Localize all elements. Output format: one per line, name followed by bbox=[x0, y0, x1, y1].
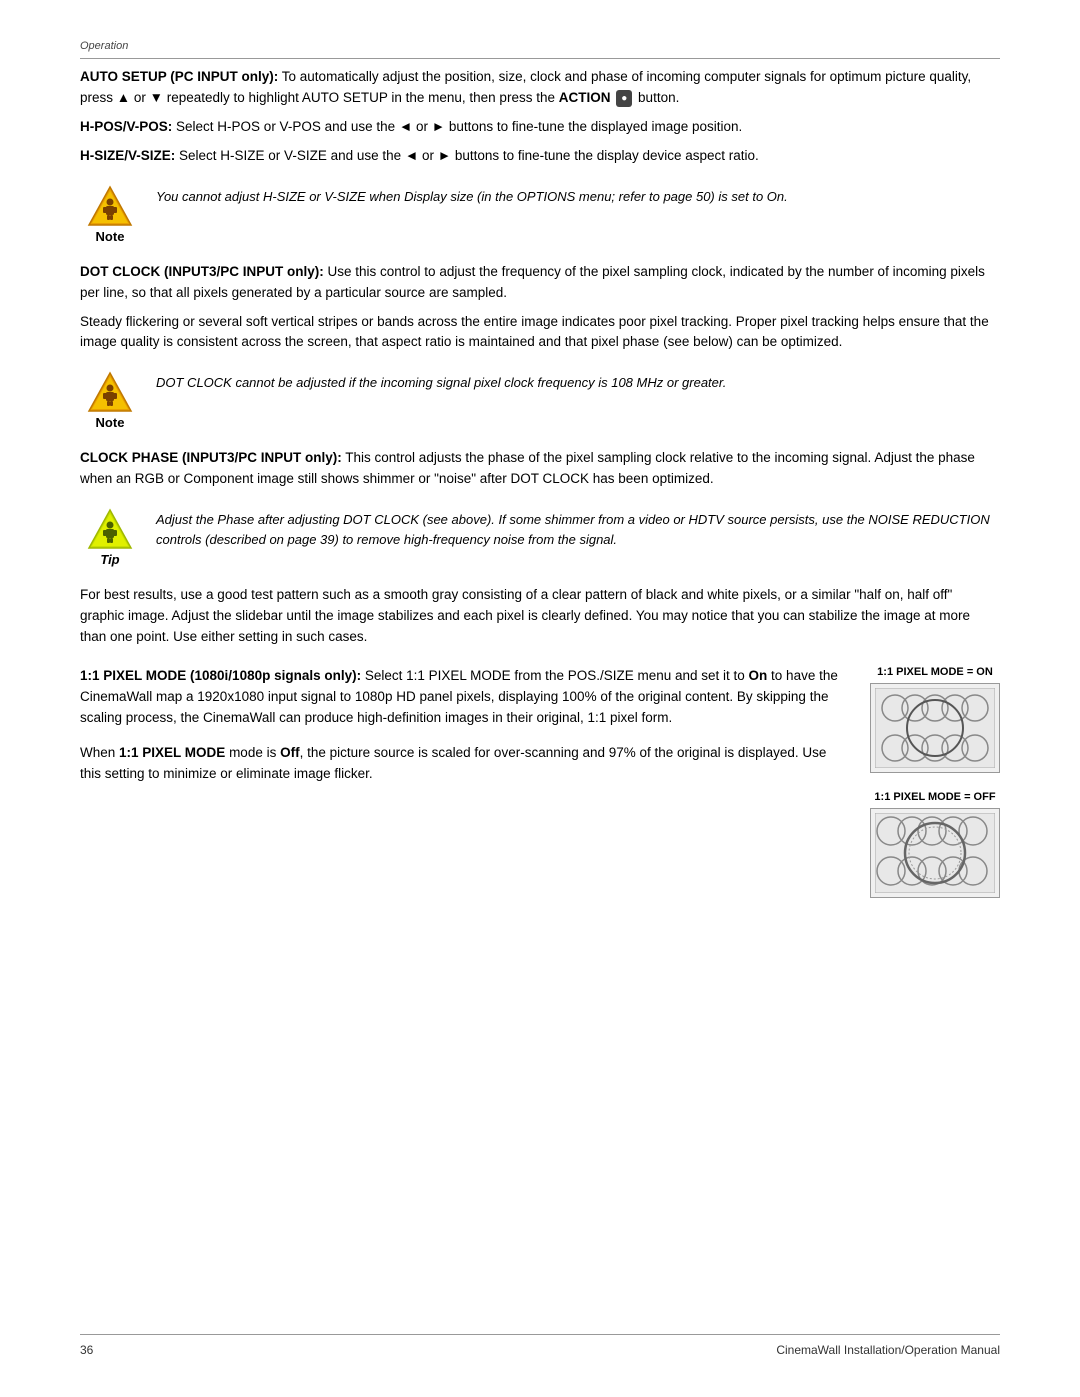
note1-text: You cannot adjust H-SIZE or V-SIZE when … bbox=[156, 185, 788, 207]
pixel-mode-off-text: mode is bbox=[225, 745, 280, 760]
clock-phase-section: CLOCK PHASE (INPUT3/PC INPUT only): This… bbox=[80, 448, 1000, 490]
clock-phase-label: CLOCK PHASE (INPUT3/PC INPUT only): bbox=[80, 450, 342, 465]
pixel-mode-on-label: 1:1 PIXEL MODE (1080i/1080p signals only… bbox=[80, 668, 361, 683]
pixel-mode-off-diagram bbox=[870, 808, 1000, 898]
clock-phase-paragraph: CLOCK PHASE (INPUT3/PC INPUT only): This… bbox=[80, 448, 1000, 490]
dot-clock-section: DOT CLOCK (INPUT3/PC INPUT only): Use th… bbox=[80, 262, 1000, 354]
pixel-mode-on-text1: Select 1:1 PIXEL MODE from the POS./SIZE… bbox=[365, 668, 749, 683]
pixel-mode-on-image-label: 1:1 PIXEL MODE = ON bbox=[877, 666, 993, 678]
tip1-box: Tip Adjust the Phase after adjusting DOT… bbox=[80, 508, 1000, 567]
pixel-mode-on-bold: On bbox=[749, 668, 768, 683]
pixel-mode-off-paragraph: When 1:1 PIXEL MODE mode is Off, the pic… bbox=[80, 743, 840, 785]
note1-icon-wrap: Note bbox=[80, 185, 140, 244]
pixel-mode-off-svg bbox=[875, 813, 995, 893]
pixel-mode-on-svg bbox=[875, 688, 995, 768]
pixel-mode-on-block: 1:1 PIXEL MODE = ON bbox=[870, 666, 1000, 773]
auto-setup-text2: button. bbox=[638, 90, 679, 105]
note2-box: Note DOT CLOCK cannot be adjusted if the… bbox=[80, 371, 1000, 430]
hsize-vsize-label: H-SIZE/V-SIZE: bbox=[80, 148, 175, 163]
auto-setup-label: AUTO SETUP (PC INPUT only): bbox=[80, 69, 278, 84]
dot-clock-label: DOT CLOCK (INPUT3/PC INPUT only): bbox=[80, 264, 324, 279]
dot-clock-paragraph2: Steady flickering or several soft vertic… bbox=[80, 312, 1000, 354]
note1-box: Note You cannot adjust H-SIZE or V-SIZE … bbox=[80, 185, 1000, 244]
hsize-vsize-text: Select H-SIZE or V-SIZE and use the ◄ or… bbox=[179, 148, 759, 163]
tip1-icon-wrap: Tip bbox=[80, 508, 140, 567]
tip1-triangle-icon bbox=[87, 508, 133, 550]
hpos-vpos-paragraph: H-POS/V-POS: Select H-POS or V-POS and u… bbox=[80, 117, 1000, 138]
pixel-mode-off-block: 1:1 PIXEL MODE = OFF bbox=[870, 791, 1000, 898]
pixel-mode-off-bold: Off bbox=[280, 745, 300, 760]
hpos-vpos-label: H-POS/V-POS: bbox=[80, 119, 172, 134]
page: Operation AUTO SETUP (PC INPUT only): To… bbox=[0, 0, 1080, 1397]
note1-triangle-icon bbox=[87, 185, 133, 227]
note2-label: Note bbox=[96, 415, 125, 430]
pixel-mode-text: 1:1 PIXEL MODE (1080i/1080p signals only… bbox=[80, 666, 840, 785]
footer-bar: 36 CinemaWall Installation/Operation Man… bbox=[80, 1334, 1000, 1357]
pixel-mode-off-image-label: 1:1 PIXEL MODE = OFF bbox=[874, 791, 995, 803]
auto-setup-section: AUTO SETUP (PC INPUT only): To automatic… bbox=[80, 67, 1000, 167]
hpos-vpos-text: Select H-POS or V-POS and use the ◄ or ►… bbox=[176, 119, 742, 134]
header-label: Operation bbox=[80, 40, 1000, 52]
note2-triangle-icon bbox=[87, 371, 133, 413]
best-results-section: For best results, use a good test patter… bbox=[80, 585, 1000, 648]
tip1-text: Adjust the Phase after adjusting DOT CLO… bbox=[156, 508, 1000, 549]
header-divider bbox=[80, 58, 1000, 59]
tip1-label: Tip bbox=[100, 552, 119, 567]
note2-text: DOT CLOCK cannot be adjusted if the inco… bbox=[156, 371, 726, 393]
pixel-mode-on-paragraph: 1:1 PIXEL MODE (1080i/1080p signals only… bbox=[80, 666, 840, 729]
pixel-mode-images: 1:1 PIXEL MODE = ON bbox=[870, 666, 1000, 898]
action-label: ACTION bbox=[559, 90, 611, 105]
footer-page-number: 36 bbox=[80, 1343, 93, 1357]
pixel-mode-section: 1:1 PIXEL MODE (1080i/1080p signals only… bbox=[80, 666, 1000, 898]
auto-setup-paragraph: AUTO SETUP (PC INPUT only): To automatic… bbox=[80, 67, 1000, 109]
dot-clock-paragraph1: DOT CLOCK (INPUT3/PC INPUT only): Use th… bbox=[80, 262, 1000, 304]
note2-icon-wrap: Note bbox=[80, 371, 140, 430]
pixel-mode-on-diagram bbox=[870, 683, 1000, 773]
best-results-paragraph: For best results, use a good test patter… bbox=[80, 585, 1000, 648]
pixel-mode-off-bold-prefix: 1:1 PIXEL MODE bbox=[119, 745, 225, 760]
pixel-mode-off-text-prefix: When bbox=[80, 745, 119, 760]
footer-manual-title: CinemaWall Installation/Operation Manual bbox=[776, 1343, 1000, 1357]
hsize-vsize-paragraph: H-SIZE/V-SIZE: Select H-SIZE or V-SIZE a… bbox=[80, 146, 1000, 167]
action-icon: ● bbox=[616, 90, 632, 108]
note1-label: Note bbox=[96, 229, 125, 244]
